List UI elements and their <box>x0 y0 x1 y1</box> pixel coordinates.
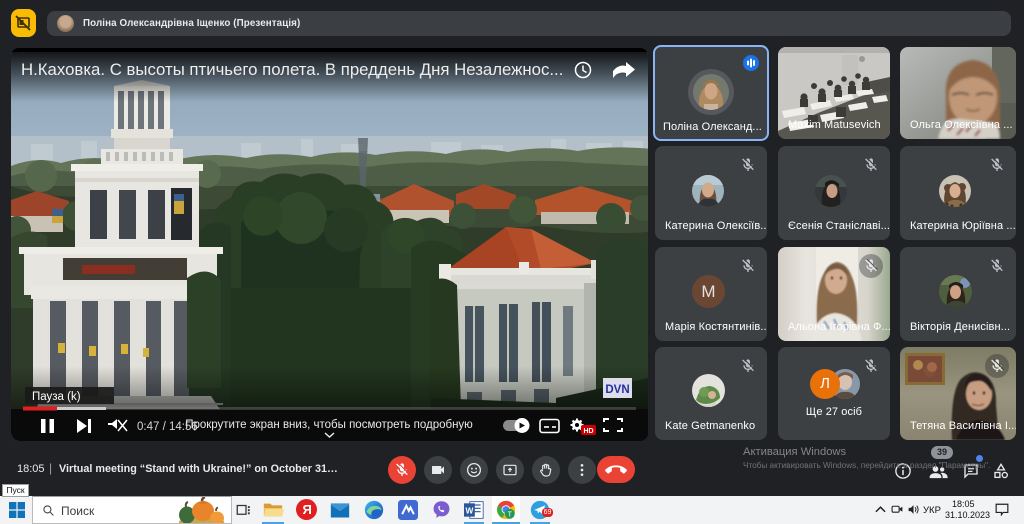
svg-text:Пауза (k): Пауза (k) <box>32 391 81 403</box>
svg-text:Прокрутите экран вниз, чтобы п: Прокрутите экран вниз, чтобы посмотреть … <box>185 419 473 431</box>
svg-text:DVN: DVN <box>605 384 629 396</box>
svg-text:T: T <box>508 511 513 519</box>
svg-text:Н.Каховка. С высоты птичьего п: Н.Каховка. С высоты птичьего полета. В п… <box>21 60 563 79</box>
svg-text:HD: HD <box>583 428 593 435</box>
svg-text:W: W <box>465 505 473 515</box>
